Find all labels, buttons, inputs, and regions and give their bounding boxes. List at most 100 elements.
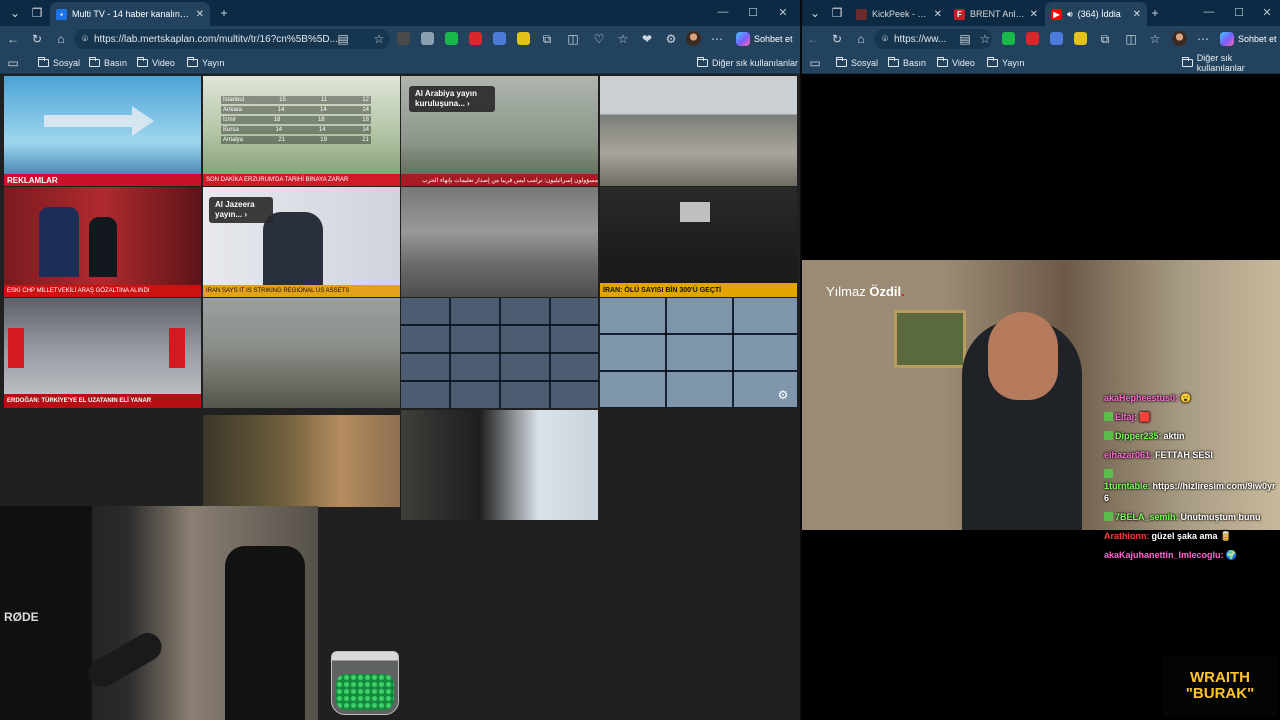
chat-username: elhazar061:	[1104, 450, 1154, 460]
maximize-icon[interactable]: ☐	[738, 0, 768, 24]
extension-icon[interactable]	[397, 32, 410, 45]
video-tile-tgrt[interactable]: ERDOĞAN: TÜRKİYE'YE EL UZATANIN ELİ YANA…	[4, 298, 201, 408]
video-tile-skyline[interactable]	[600, 76, 797, 186]
more-menu-icon[interactable]: ⋯	[1194, 30, 1212, 48]
extension-icon[interactable]	[493, 32, 506, 45]
logo-line-1: WRAITH	[1190, 669, 1250, 686]
extension-icon[interactable]	[1002, 32, 1015, 45]
favorite-label: Diğer sık kullanılanlar	[1196, 53, 1245, 73]
extension-icon[interactable]	[421, 32, 434, 45]
favorite-folder-yayin[interactable]: Yayın	[987, 56, 1024, 70]
browser-essentials-icon[interactable]: ♡	[590, 30, 608, 48]
folder-icon	[836, 57, 847, 67]
address-bar[interactable]: ⌾ https://ww...	[874, 29, 992, 49]
split-screen-icon[interactable]: ◫	[564, 30, 582, 48]
extension-icon[interactable]	[1074, 32, 1087, 45]
more-menu-icon[interactable]: ⋯	[708, 30, 726, 48]
reload-icon[interactable]: ↻	[28, 30, 46, 48]
new-tab-icon[interactable]: +	[1146, 4, 1164, 22]
tab-multitv[interactable]: ▪ Multi TV - 14 haber kanalını aynı a ✕	[50, 2, 210, 26]
video-tile-al-arabiya[interactable]: Al Arabiya yayın kuruluşuna... › مسؤولون…	[401, 76, 598, 186]
back-icon[interactable]: ←	[4, 30, 22, 48]
chat-message: elhazar061: FETTAH SESI	[1104, 449, 1276, 461]
copilot-icon	[736, 32, 750, 46]
performance-icon[interactable]: ❤	[638, 30, 656, 48]
close-window-icon[interactable]: ✕	[768, 0, 798, 24]
extension-icon[interactable]	[469, 32, 482, 45]
extension-icon[interactable]	[445, 32, 458, 45]
site-info-icon[interactable]: ⌾	[82, 34, 88, 45]
favorite-folder-sosyal[interactable]: Sosyal	[836, 56, 878, 70]
site-info-icon[interactable]: ⌾	[882, 34, 888, 45]
home-icon[interactable]: ⌂	[52, 30, 70, 48]
extension-icon[interactable]	[517, 32, 530, 45]
close-tab-icon[interactable]: ✕	[1133, 9, 1141, 20]
weather-value: 14	[318, 127, 326, 133]
favorite-folder-video[interactable]: Video	[937, 56, 975, 70]
video-tile-smoke-city[interactable]	[401, 187, 598, 297]
profile-avatar[interactable]	[1172, 31, 1187, 46]
copilot-button[interactable]: Sohbet et	[1220, 30, 1277, 48]
new-tab-icon[interactable]: +	[215, 4, 233, 22]
copilot-button[interactable]: Sohbet et	[736, 30, 793, 48]
read-aloud-icon[interactable]: ▤	[956, 30, 974, 48]
video-tile-street[interactable]	[203, 415, 400, 507]
settings-gear-icon[interactable]: ⚙	[774, 386, 792, 404]
close-window-icon[interactable]: ✕	[1252, 0, 1280, 24]
favorites-icon[interactable]: ☆	[1146, 30, 1164, 48]
extension-icon[interactable]	[1026, 32, 1039, 45]
tab-actions-icon[interactable]: ⌄	[806, 4, 824, 22]
favorites-bar: ▭ Sosyal Basın Video Yayın Diğer sık kul…	[802, 52, 1280, 74]
extensions-puzzle-icon[interactable]: ⧉	[538, 30, 556, 48]
video-tile-camera-grid-2[interactable]: ⚙	[600, 298, 797, 408]
tab-youtube[interactable]: ▶ 🔊︎ (364) İddia ✕	[1045, 2, 1147, 26]
extensions-puzzle-icon[interactable]: ⧉	[1096, 30, 1114, 48]
video-tile-jerusalem[interactable]	[203, 298, 400, 408]
chat-username: Dipper235:	[1115, 431, 1162, 441]
collections-icon[interactable]: ⚙	[662, 30, 680, 48]
favorite-folder-basin[interactable]: Basın	[888, 56, 926, 70]
profile-avatar[interactable]	[686, 31, 701, 46]
folder-icon	[187, 57, 198, 67]
favorite-folder-sosyal[interactable]: Sosyal	[38, 56, 80, 70]
close-tab-icon[interactable]: ✕	[1030, 9, 1038, 20]
favorite-star-icon[interactable]: ☆	[370, 30, 388, 48]
youtube-player[interactable]: Yılmaz Özdil. akaHepheestus0: 😮 Eltaj: 🟥 D…	[802, 74, 1280, 720]
video-tile-ntv[interactable]: REKLAMLAR	[4, 76, 201, 186]
read-aloud-icon[interactable]: ▤	[334, 30, 352, 48]
tab-kickpeek[interactable]: KickPeek - Real-t ✕	[850, 2, 948, 26]
maximize-icon[interactable]: ☐	[1224, 0, 1254, 24]
reload-icon[interactable]: ↻	[828, 30, 846, 48]
chat-message: 7BELA_semih: Unutmuştum bunu	[1104, 511, 1276, 523]
tab-actions-icon[interactable]: ⌄	[6, 4, 24, 22]
favorite-folder-basin[interactable]: Basın	[89, 56, 127, 70]
close-tab-icon[interactable]: ✕	[196, 9, 204, 20]
video-tile-haberturk[interactable]: İstanbul 15 11 12 Ankara 14 14 14 İzmir 18 18 18 …	[203, 76, 400, 186]
tab-brent[interactable]: F BRENT Anlık Fiya ✕	[948, 2, 1044, 26]
home-icon[interactable]: ⌂	[852, 30, 870, 48]
minimize-icon[interactable]: —	[708, 0, 738, 24]
other-favorites[interactable]: Diğer sık kullanılanlar	[697, 56, 798, 70]
sidebar-toggle-icon[interactable]: ▭	[4, 54, 22, 72]
split-screen-icon[interactable]: ◫	[1122, 30, 1140, 48]
extension-icon[interactable]	[1050, 32, 1063, 45]
back-icon[interactable]: ←	[804, 30, 822, 48]
sidebar-toggle-icon[interactable]: ▭	[806, 54, 824, 72]
badge-icon	[1104, 412, 1113, 421]
favorite-folder-video[interactable]: Video	[137, 56, 175, 70]
minimize-icon[interactable]: —	[1194, 0, 1224, 24]
other-favorites[interactable]: Diğer sık kullanılanlar	[1182, 53, 1280, 73]
video-tile-camera-grid-1[interactable]	[401, 298, 598, 408]
favorites-icon[interactable]: ☆	[614, 30, 632, 48]
workspaces-icon[interactable]: ❐	[28, 4, 46, 22]
audio-playing-icon[interactable]: 🔊︎	[1067, 9, 1073, 20]
favorite-label: Sosyal	[851, 58, 879, 68]
favorite-folder-yayin[interactable]: Yayın	[187, 56, 224, 70]
video-tile-tv100[interactable]: İRAN: ÖLÜ SAYISI BİN 300'Ü GEÇTİ	[600, 187, 797, 297]
close-tab-icon[interactable]: ✕	[934, 9, 942, 20]
video-tile-cnn-turk[interactable]: ESKİ CHP MİLLETVEKİLİ ARAŞ GÖZALTINA ALI…	[4, 187, 201, 297]
video-tile-crowd[interactable]	[401, 410, 598, 520]
favorite-star-icon[interactable]: ☆	[976, 30, 994, 48]
video-tile-al-jazeera[interactable]: Al Jazeera yayın... › IRAN SAYS IT IS ST…	[203, 187, 400, 297]
workspaces-icon[interactable]: ❐	[828, 4, 846, 22]
